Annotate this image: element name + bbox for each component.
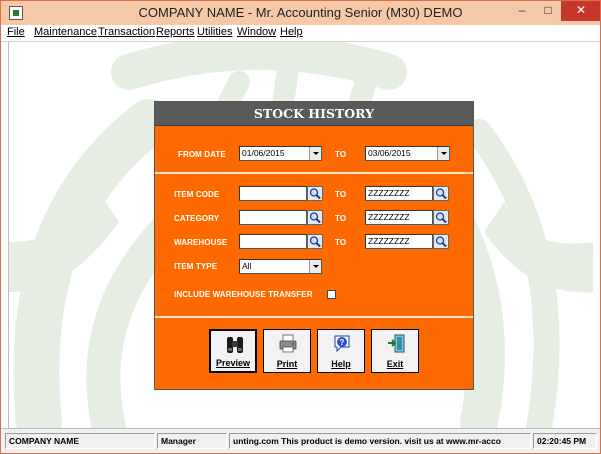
item-code-to-label: TO: [335, 190, 347, 199]
print-button[interactable]: Print: [263, 329, 311, 373]
svg-text:?: ?: [340, 338, 345, 347]
preview-button[interactable]: Preview: [209, 329, 257, 373]
minimize-button[interactable]: –: [509, 1, 535, 21]
item-type-select[interactable]: All: [239, 259, 322, 274]
status-message: unting.com This product is demo version.…: [229, 433, 531, 449]
item-code-to-input[interactable]: ZZZZZZZZ: [365, 186, 433, 201]
warehouse-from-input[interactable]: [239, 234, 307, 249]
maximize-button[interactable]: □: [535, 1, 561, 21]
printer-icon: [279, 334, 297, 353]
item-code-to-search-button[interactable]: [433, 186, 449, 201]
status-company: COMPANY NAME: [5, 433, 155, 449]
stock-history-dialog: STOCK HISTORY FROM DATE 01/06/2015 TO 03…: [154, 101, 474, 390]
chevron-down-icon[interactable]: [437, 147, 449, 160]
binoculars-icon: [227, 337, 243, 353]
to-date-label: TO: [335, 150, 347, 159]
warehouse-to-input[interactable]: ZZZZZZZZ: [365, 234, 433, 249]
dialog-title: STOCK HISTORY: [155, 102, 473, 126]
preview-label: Preview: [215, 358, 251, 368]
category-from-search-button[interactable]: [307, 210, 323, 225]
warehouse-from-search-button[interactable]: [307, 234, 323, 249]
category-from-input[interactable]: [239, 210, 307, 225]
exit-button[interactable]: Exit: [371, 329, 419, 373]
category-to-search-button[interactable]: [433, 210, 449, 225]
section-divider: [155, 172, 473, 174]
include-warehouse-transfer-label: INCLUDE WAREHOUSE TRANSFER: [174, 290, 313, 299]
menu-reports[interactable]: Reports: [156, 26, 195, 38]
warehouse-to-label: TO: [335, 238, 347, 247]
category-to-input[interactable]: ZZZZZZZZ: [365, 210, 433, 225]
chevron-down-icon[interactable]: [309, 260, 321, 273]
warehouse-to-search-button[interactable]: [433, 234, 449, 249]
help-label: Help: [331, 359, 351, 369]
menu-utilities[interactable]: Utilities: [197, 26, 232, 38]
close-button[interactable]: ✕: [561, 1, 600, 21]
search-icon: [435, 212, 447, 224]
from-date-label: FROM DATE: [178, 150, 226, 159]
menu-help[interactable]: Help: [280, 26, 303, 38]
print-label: Print: [276, 359, 298, 369]
item-code-from-search-button[interactable]: [307, 186, 323, 201]
menu-bar: File Maintenance Transaction Reports Uti…: [1, 25, 600, 42]
menu-maintenance[interactable]: Maintenance: [34, 26, 97, 38]
menu-file[interactable]: File: [7, 26, 25, 38]
help-button[interactable]: ? Help: [317, 329, 365, 373]
search-icon: [309, 212, 321, 224]
exit-door-icon: [388, 334, 405, 353]
status-user: Manager: [157, 433, 227, 449]
status-bar: COMPANY NAME Manager unting.com This pro…: [1, 428, 600, 453]
item-code-from-input[interactable]: [239, 186, 307, 201]
search-icon: [435, 236, 447, 248]
category-to-label: TO: [335, 214, 347, 223]
app-window: COMPANY NAME - Mr. Accounting Senior (M3…: [0, 0, 601, 454]
section-divider: [155, 316, 473, 318]
exit-label: Exit: [386, 359, 404, 369]
item-type-label: ITEM TYPE: [174, 262, 218, 271]
status-time: 02:20:45 PM: [533, 433, 597, 449]
category-label: CATEGORY: [174, 214, 220, 223]
warehouse-label: WAREHOUSE: [174, 238, 228, 247]
include-warehouse-transfer-checkbox[interactable]: [327, 290, 336, 299]
mdi-client-area: STOCK HISTORY FROM DATE 01/06/2015 TO 03…: [8, 42, 593, 428]
search-icon: [309, 236, 321, 248]
chevron-down-icon[interactable]: [309, 147, 321, 160]
menu-window[interactable]: Window: [237, 26, 276, 38]
to-date-picker[interactable]: 03/06/2015: [365, 146, 450, 161]
title-bar[interactable]: COMPANY NAME - Mr. Accounting Senior (M3…: [1, 1, 600, 25]
search-icon: [435, 188, 447, 200]
menu-transaction[interactable]: Transaction: [98, 26, 155, 38]
help-icon: ?: [334, 335, 350, 353]
item-code-label: ITEM CODE: [174, 190, 220, 199]
search-icon: [309, 188, 321, 200]
from-date-picker[interactable]: 01/06/2015: [239, 146, 322, 161]
